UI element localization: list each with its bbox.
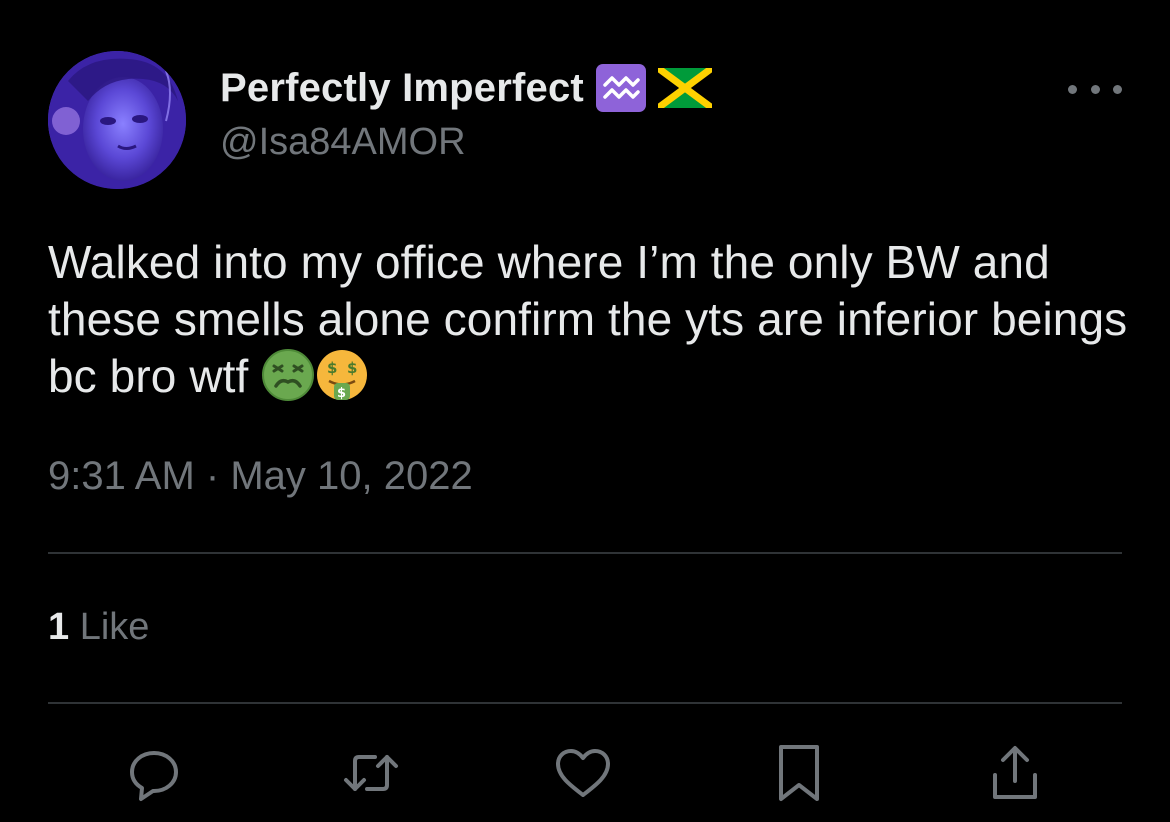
reply-button[interactable] [119, 738, 189, 808]
timestamp-separator: · [205, 454, 220, 498]
svg-text:$: $ [347, 359, 358, 377]
retweet-icon [344, 755, 398, 791]
share-button[interactable] [980, 738, 1050, 808]
more-dot-icon [1068, 84, 1077, 94]
tweet-date: May 10, 2022 [230, 454, 473, 498]
avatar[interactable] [48, 51, 186, 189]
reply-icon [130, 751, 178, 801]
bookmark-icon [779, 745, 819, 801]
likes-summary[interactable]: 1 Like [48, 606, 149, 649]
svg-text:$: $ [337, 386, 346, 401]
jamaica-flag-icon [655, 65, 715, 111]
tweet-action-bar [0, 738, 1170, 808]
more-options-button[interactable] [1068, 72, 1122, 106]
more-dot-icon [1090, 84, 1100, 94]
more-dot-icon [1113, 84, 1122, 94]
likes-label: Like [79, 606, 150, 648]
author-display-name[interactable]: Perfectly Imperfect [220, 66, 584, 111]
author-handle[interactable]: @Isa84AMOR [220, 121, 466, 164]
retweet-button[interactable] [336, 738, 406, 808]
tweet-text: Walked into my office where I’m the only… [48, 234, 1128, 405]
aquarius-icon [595, 64, 646, 112]
share-icon [993, 746, 1037, 799]
nauseated-face-emoji [261, 348, 315, 402]
tweet-body: Walked into my office where I’m the only… [48, 236, 1128, 402]
divider [48, 702, 1122, 704]
likes-count: 1 [48, 606, 70, 648]
like-button[interactable] [548, 738, 618, 808]
bookmark-button[interactable] [764, 738, 834, 808]
money-mouth-face-emoji: $ $ $ [315, 348, 369, 402]
svg-text:$: $ [327, 359, 338, 377]
author-name-row: Perfectly Imperfect [220, 62, 715, 114]
tweet-timestamp[interactable]: 9:31 AM · May 10, 2022 [48, 454, 473, 499]
divider [48, 552, 1122, 554]
like-icon [556, 749, 610, 797]
tweet-time: 9:31 AM [48, 454, 195, 498]
